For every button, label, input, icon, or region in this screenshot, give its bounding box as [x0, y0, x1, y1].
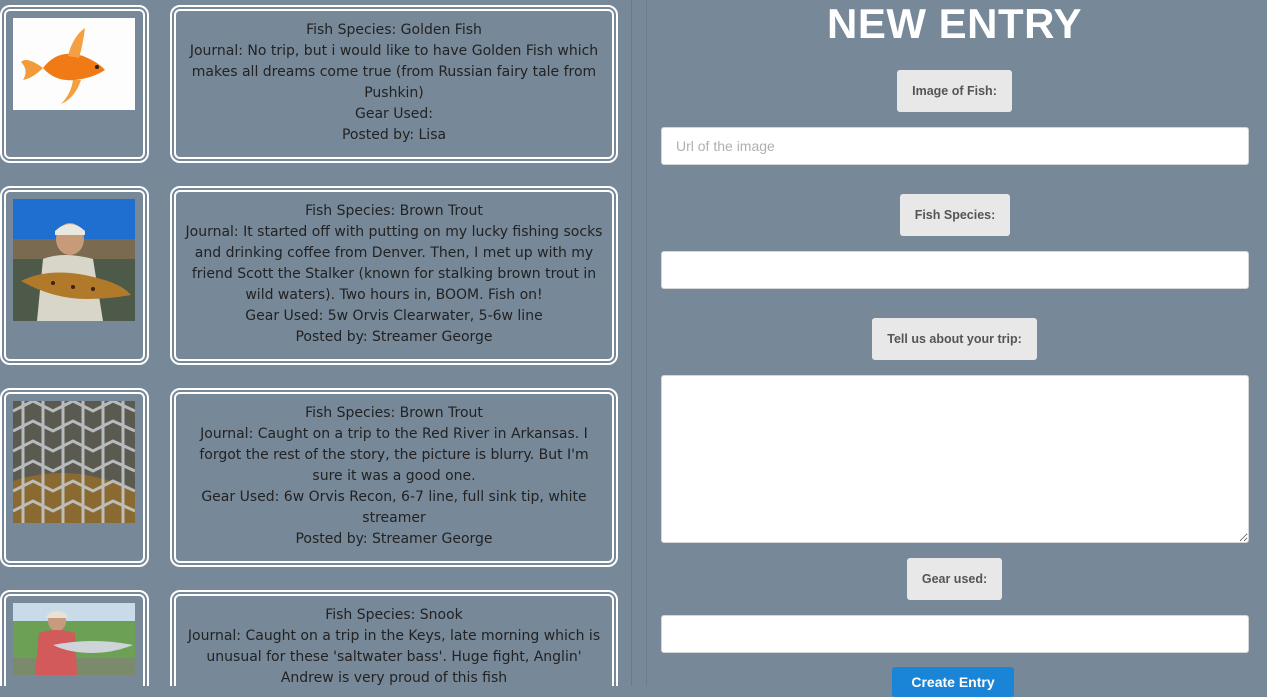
image-label: Image of Fish:: [897, 70, 1012, 112]
entry-gear: Gear Used: 6w Orvis Recon, 6-7 line, ful…: [201, 489, 587, 526]
entry-image-frame: [0, 186, 149, 365]
entry-image: [13, 603, 135, 675]
entry-text-frame: Fish Species: Brown Trout Journal: It st…: [170, 186, 618, 365]
entry-journal: Journal: It started off with putting on …: [185, 224, 603, 303]
entry-image-frame: [0, 5, 149, 163]
snook-angler-image: [13, 603, 135, 675]
entry-image: [13, 401, 135, 523]
entry-image-frame: [0, 590, 149, 686]
new-entry-form: NEW ENTRY Image of Fish: Fish Species: T…: [647, 0, 1267, 697]
entry-journal: Journal: No trip, but i would like to ha…: [189, 43, 599, 101]
entry-posted-by: Posted by: Streamer George: [295, 329, 493, 345]
entry-species: Fish Species: Brown Trout: [305, 203, 483, 219]
form-title: NEW ENTRY: [827, 0, 1082, 47]
entry-image-frame: [0, 388, 149, 567]
entry-species: Fish Species: Snook: [325, 607, 463, 623]
trip-textarea[interactable]: [661, 375, 1249, 543]
trip-label: Tell us about your trip:: [872, 318, 1037, 360]
species-input[interactable]: [661, 251, 1249, 289]
entry-gear: Gear Used: 5w Orvis Clearwater, 5-6w lin…: [245, 308, 543, 324]
create-entry-button[interactable]: Create Entry: [892, 667, 1014, 697]
entry-journal: Journal: Caught on a trip in the Keys, l…: [187, 628, 601, 686]
entry-image: [13, 199, 135, 321]
entries-feed: Fish Species: Golden Fish Journal: No tr…: [0, 0, 632, 686]
entry-posted-by: Posted by: Streamer George: [295, 531, 493, 547]
gear-label: Gear used:: [907, 558, 1002, 600]
entry-text-frame: Fish Species: Brown Trout Journal: Caugh…: [170, 388, 618, 567]
entry-text-frame: Fish Species: Snook Journal: Caught on a…: [170, 590, 618, 686]
entry-journal: Journal: Caught on a trip to the Red Riv…: [199, 426, 589, 484]
entry-text-frame: Fish Species: Golden Fish Journal: No tr…: [170, 5, 618, 163]
entry-image: [13, 18, 135, 110]
trout-angler-image: [13, 199, 135, 321]
net-trout-image: [13, 401, 135, 523]
gear-input[interactable]: [661, 615, 1249, 653]
entry-species: Fish Species: Brown Trout: [305, 405, 483, 421]
goldfish-image: [13, 18, 135, 110]
species-label: Fish Species:: [900, 194, 1010, 236]
entry-gear: Gear Used:: [354, 106, 433, 122]
image-url-input[interactable]: [661, 127, 1249, 165]
entry-posted-by: Posted by: Lisa: [341, 127, 447, 143]
column-divider: [631, 0, 632, 686]
entry-species: Fish Species: Golden Fish: [306, 22, 482, 38]
